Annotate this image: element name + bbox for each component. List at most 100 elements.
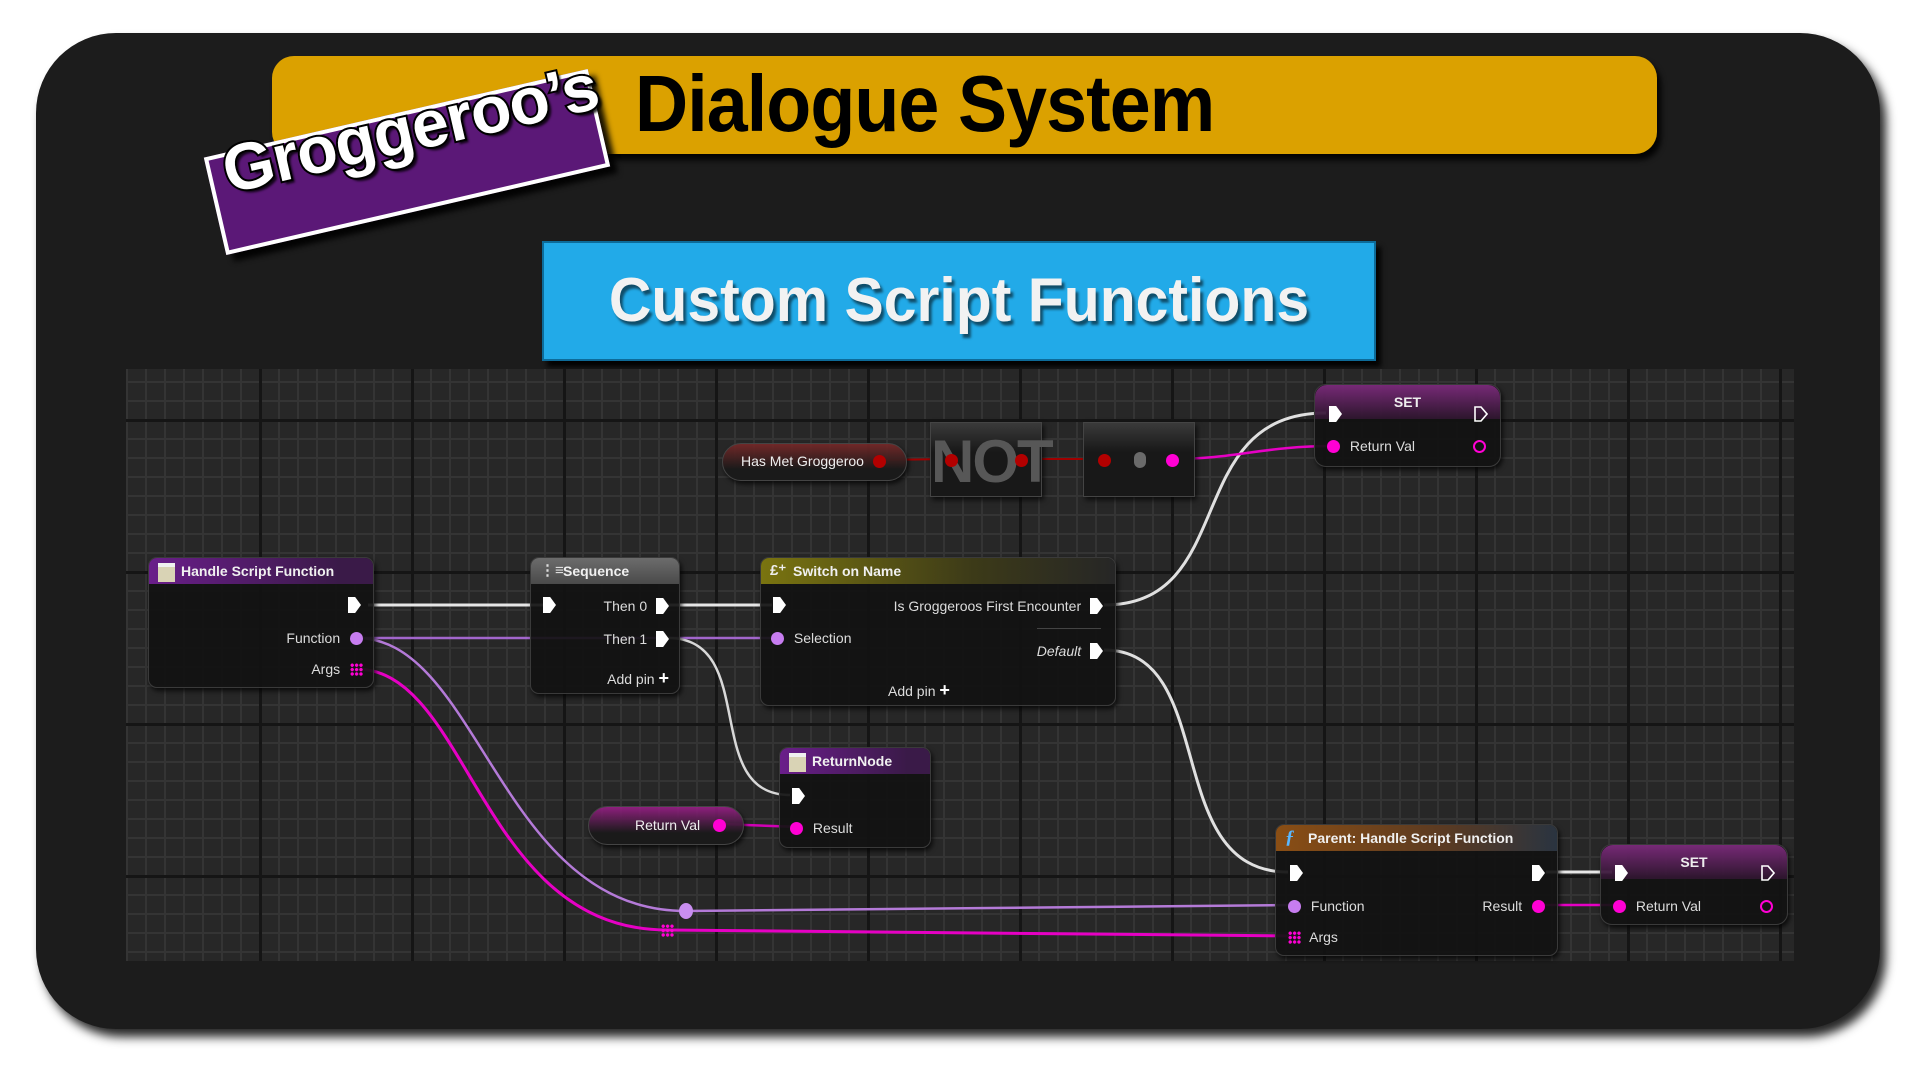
node-title: SET (1393, 394, 1422, 410)
struct-pin-icon (1532, 900, 1545, 913)
bool-pin-icon[interactable] (873, 455, 886, 468)
node-parent-handle-script-function[interactable]: ƒ Parent: Handle Script Function Functio… (1275, 824, 1558, 956)
exec-pin-icon (348, 597, 361, 613)
node-title: ReturnNode (812, 753, 893, 769)
name-pin-icon (1288, 900, 1301, 913)
page-title: Dialogue System (635, 59, 1215, 148)
struct-pin-icon (1327, 440, 1340, 453)
exec-pin-icon (792, 788, 805, 804)
reroute-knot-args-icon (661, 924, 674, 937)
pin-label: Then 1 (603, 631, 648, 647)
return-val-in-pin[interactable]: Return Val (1327, 437, 1415, 455)
struct-out-pin[interactable] (1166, 454, 1179, 467)
exec-pin-hollow-icon (1761, 865, 1775, 881)
case-divider (1037, 628, 1101, 629)
struct-pin-icon[interactable] (713, 819, 726, 832)
exec-in-pin[interactable] (1329, 406, 1342, 426)
args-out-pin[interactable]: Args (311, 660, 363, 678)
then0-pin[interactable]: Then 0 (604, 597, 669, 615)
bool-in-pin[interactable] (945, 454, 958, 467)
node-header: ⋮≡ Sequence (531, 558, 679, 584)
exec-out-pin[interactable] (1474, 406, 1488, 426)
function-in-pin[interactable]: Function (1288, 897, 1365, 915)
add-pin-label: Add pin (888, 683, 936, 699)
node-header: £⁺ Switch on Name (761, 558, 1115, 584)
then1-pin[interactable]: Then 1 (604, 630, 669, 648)
node-title: Parent: Handle Script Function (1308, 830, 1514, 846)
exec-pin-icon (1290, 865, 1303, 881)
add-pin-label: Add pin (607, 671, 655, 687)
plus-icon: + (939, 680, 950, 700)
pin-label: Is Groggeroos First Encounter (893, 598, 1082, 614)
result-in-pin[interactable]: Result (790, 819, 853, 837)
exec-pin-icon (1329, 406, 1342, 422)
pin-label: Selection (793, 630, 852, 646)
add-pin-button[interactable]: Add pin + (607, 669, 669, 688)
return-val-out-pin[interactable] (1473, 440, 1486, 453)
node-header: ƒ Parent: Handle Script Function (1276, 825, 1557, 851)
add-pin-button[interactable]: Add pin + (888, 681, 950, 700)
plus-icon: + (658, 668, 669, 688)
node-title: Switch on Name (793, 563, 902, 579)
variable-label: Return Val (635, 817, 701, 833)
node-return[interactable]: ReturnNode Result (779, 747, 931, 848)
exec-in-pin[interactable] (792, 788, 805, 808)
subtitle-banner: Custom Script Functions (542, 241, 1376, 361)
node-set-top[interactable]: SET Return Val (1314, 384, 1501, 467)
function-icon: ƒ (1285, 827, 1295, 848)
node-sequence[interactable]: ⋮≡ Sequence Then 0 Then 1 Add pin + (530, 557, 680, 694)
pin-label: Default (1036, 643, 1082, 659)
variable-has-met-groggeroo[interactable]: Has Met Groggeroo (722, 443, 907, 481)
pin-label: Args (1309, 929, 1338, 945)
pin-label: Return Val (1635, 898, 1701, 914)
array-pin-icon (350, 663, 363, 676)
exec-in-pin[interactable] (1290, 865, 1303, 885)
result-out-pin[interactable]: Result (1482, 897, 1545, 915)
exec-out-pin[interactable] (1532, 865, 1545, 885)
case-pin-first-encounter[interactable]: Is Groggeroos First Encounter (894, 597, 1103, 615)
variable-label: Has Met Groggeroo (741, 453, 864, 469)
return-icon (789, 753, 806, 772)
exec-out-pin[interactable] (348, 597, 361, 617)
node-not[interactable]: NOT (930, 422, 1054, 497)
args-in-pin[interactable]: Args (1288, 928, 1338, 946)
default-pin[interactable]: Default (1037, 642, 1103, 660)
exec-pin-icon (1090, 598, 1103, 614)
exec-pin-icon (656, 631, 669, 647)
variable-return-val[interactable]: Return Val (588, 806, 744, 845)
exec-in-pin[interactable] (543, 597, 556, 617)
return-val-in-pin[interactable]: Return Val (1613, 897, 1701, 915)
array-pin-icon (1288, 931, 1301, 944)
exec-out-pin[interactable] (1761, 865, 1775, 885)
exec-pin-icon (656, 598, 669, 614)
node-set-bottom[interactable]: SET Return Val (1600, 844, 1788, 925)
struct-pin-icon (1613, 900, 1626, 913)
exec-in-pin[interactable] (1615, 865, 1628, 885)
return-val-out-pin[interactable] (1760, 900, 1773, 913)
node-title: Handle Script Function (181, 563, 335, 579)
conversion-dot-icon (1134, 452, 1146, 468)
selection-pin[interactable]: Selection (771, 629, 851, 647)
node-convert[interactable] (1083, 422, 1195, 497)
event-icon (158, 563, 175, 582)
node-header: ReturnNode (780, 748, 930, 774)
node-switch-on-name[interactable]: £⁺ Switch on Name Selection Is Groggeroo… (760, 557, 1116, 706)
exec-pin-icon (1532, 865, 1545, 881)
exec-pin-hollow-icon (1474, 406, 1488, 422)
pin-label: Function (286, 630, 341, 646)
switch-icon: £⁺ (770, 562, 787, 579)
node-header: Handle Script Function (149, 558, 373, 584)
node-title: SET (1680, 854, 1708, 870)
pin-label: Return Val (1349, 438, 1415, 454)
pin-label: Args (311, 661, 341, 677)
function-out-pin[interactable]: Function (286, 629, 363, 647)
node-handle-script-function[interactable]: Handle Script Function Function Args (148, 557, 374, 688)
bool-out-pin[interactable] (1015, 454, 1028, 467)
pin-label: Then 0 (603, 598, 648, 614)
exec-pin-icon (1090, 643, 1103, 659)
exec-in-pin[interactable] (773, 597, 786, 617)
pin-label: Function (1310, 898, 1365, 914)
name-pin-icon (350, 632, 363, 645)
bool-in-pin[interactable] (1098, 454, 1111, 467)
name-pin-icon (771, 632, 784, 645)
